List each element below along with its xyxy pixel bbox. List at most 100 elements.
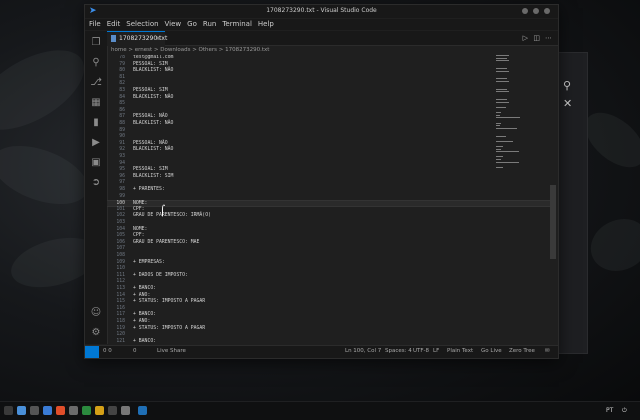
code-line[interactable]: 92 BLACKLIST: NÃO	[107, 147, 550, 154]
close-window-icon[interactable]	[544, 8, 550, 14]
maximize-icon[interactable]	[533, 8, 539, 14]
code-line[interactable]: 115 + STATUS: IMPOSTO A PAGAR	[107, 299, 550, 306]
go-live[interactable]: Go Live	[481, 348, 502, 354]
encoding[interactable]: UTF-8	[413, 348, 429, 354]
code-line[interactable]: 110	[107, 266, 550, 273]
vertical-scrollbar[interactable]	[550, 185, 556, 259]
code-line[interactable]: 86	[107, 108, 550, 115]
settings-gear-icon[interactable]: ⚙	[90, 327, 102, 339]
code-line[interactable]: 85	[107, 101, 550, 108]
breadcrumb[interactable]: home > ernest > Downloads > Others > 170…	[111, 47, 269, 53]
code-line[interactable]: 94	[107, 161, 550, 168]
code-line[interactable]: 113 + BANCO:	[107, 286, 550, 293]
app-icon[interactable]	[69, 406, 78, 415]
code-line[interactable]: 116	[107, 306, 550, 313]
menu-terminal[interactable]: Terminal	[222, 19, 252, 30]
code-line[interactable]: 104 NOME:	[107, 227, 550, 234]
code-line[interactable]: 96 BLACKLIST: SIM	[107, 174, 550, 181]
language-mode[interactable]: Plain Text	[447, 348, 473, 354]
code-line[interactable]: 102 GRAU DE PARENTESCO: IRMÃ(O)	[107, 213, 550, 220]
menu-view[interactable]: View	[165, 19, 182, 30]
code-line[interactable]: 80 BLACKLIST: NÃO	[107, 68, 550, 75]
menu-run[interactable]: Run	[203, 19, 216, 30]
minimize-icon[interactable]	[522, 8, 528, 14]
code-line[interactable]: 88 BLACKLIST: NÃO	[107, 121, 550, 128]
files-icon[interactable]	[17, 406, 26, 415]
code-line[interactable]: 103	[107, 220, 550, 227]
code-line[interactable]: 78 test@gmail.com	[107, 55, 550, 62]
code-line[interactable]: 79 PESSOAL: SIM	[107, 62, 550, 69]
vscode-taskbar-icon[interactable]	[138, 406, 147, 415]
language-indicator[interactable]: PT	[606, 407, 613, 414]
code-line[interactable]: 112	[107, 279, 550, 286]
minimap[interactable]	[496, 55, 536, 185]
code-line[interactable]: 89	[107, 128, 550, 135]
close-tab-icon[interactable]: ×	[155, 34, 161, 42]
zero-tree[interactable]: Zero Tree	[509, 348, 535, 354]
extensions-icon[interactable]: ▦	[90, 97, 102, 109]
app-menu-icon[interactable]	[4, 406, 13, 415]
power-icon[interactable]: ⏻	[622, 407, 627, 415]
code-line[interactable]: 97	[107, 180, 550, 187]
code-line[interactable]: 83 PESSOAL: SIM	[107, 88, 550, 95]
notifications-icon[interactable]: ✉	[545, 348, 550, 354]
code-line[interactable]: 95 PESSOAL: SIM	[107, 167, 550, 174]
menu-go[interactable]: Go	[187, 19, 197, 30]
search-icon[interactable]: ⚲	[90, 57, 102, 69]
app-icon[interactable]	[108, 406, 117, 415]
code-line[interactable]: 98 + PARENTES:	[107, 187, 550, 194]
code-line[interactable]: 121 + BANCO:	[107, 339, 550, 344]
cursor-position[interactable]: Ln 100, Col 7	[345, 348, 381, 354]
code-line[interactable]: 120	[107, 332, 550, 339]
problems-count[interactable]: 0 0	[103, 348, 112, 354]
search-icon[interactable]: ⚲	[563, 79, 571, 92]
more-actions-icon[interactable]: ⋯	[545, 34, 552, 42]
bookmarks-icon[interactable]: ▮	[90, 117, 102, 129]
code-line[interactable]: 118 + ANO:	[107, 319, 550, 326]
code-line[interactable]: 111 + DADOS DE IMPOSTO:	[107, 273, 550, 280]
code-line[interactable]: 87 PESSOAL: NÃO	[107, 114, 550, 121]
run-icon[interactable]: ▷	[523, 34, 528, 42]
code-line[interactable]: 105 CPF:	[107, 233, 550, 240]
terminal-icon[interactable]	[30, 406, 39, 415]
code-line[interactable]: 108	[107, 253, 550, 260]
live-share-icon[interactable]: ➲	[90, 177, 102, 189]
app-icon[interactable]	[56, 406, 65, 415]
browser-icon[interactable]	[43, 406, 52, 415]
code-line[interactable]: 119 + STATUS: IMPOSTO A PAGAR	[107, 326, 550, 333]
current-line[interactable]: 100 NOME:	[107, 200, 550, 207]
run-debug-icon[interactable]: ▶	[90, 137, 102, 149]
menu-edit[interactable]: Edit	[107, 19, 121, 30]
menu-selection[interactable]: Selection	[126, 19, 158, 30]
tab-file[interactable]: 1708273290.txt ×	[107, 31, 167, 46]
app-icon[interactable]	[95, 406, 104, 415]
code-line[interactable]: 106 GRAU DE PARENTESCO: MAE	[107, 240, 550, 247]
menu-file[interactable]: File	[89, 19, 101, 30]
remote-explorer-icon[interactable]: ▣	[90, 157, 102, 169]
code-line[interactable]: 99	[107, 194, 550, 201]
source-control-icon[interactable]: ⎇	[90, 77, 102, 89]
app-icon[interactable]	[121, 406, 130, 415]
explorer-icon[interactable]: ❐	[90, 37, 102, 49]
menu-help[interactable]: Help	[258, 19, 274, 30]
split-editor-icon[interactable]: ◫	[533, 34, 540, 42]
title-bar[interactable]: ➤ 1708273290.txt - Visual Studio Code	[85, 5, 558, 18]
app-icon[interactable]	[82, 406, 91, 415]
code-line[interactable]: 81	[107, 75, 550, 82]
close-icon[interactable]: ✕	[563, 97, 572, 110]
code-line[interactable]: 117 + BANCO:	[107, 312, 550, 319]
live-share-status[interactable]: Live Share	[157, 348, 186, 354]
code-line[interactable]: 82	[107, 81, 550, 88]
code-line[interactable]: 93	[107, 154, 550, 161]
warnings-count[interactable]: 0	[133, 348, 137, 354]
code-line[interactable]: 107	[107, 246, 550, 253]
end-of-line[interactable]: LF	[433, 348, 439, 354]
code-line[interactable]: 90	[107, 134, 550, 141]
indentation[interactable]: Spaces: 4	[385, 348, 412, 354]
remote-indicator-icon[interactable]	[85, 346, 99, 358]
account-icon[interactable]: ☺	[90, 307, 102, 319]
text-editor[interactable]: 78 test@gmail.com 79 PESSOAL: SIM 80 BLACKLIS…	[107, 55, 550, 344]
code-line[interactable]: 91 PESSOAL: NÃO	[107, 141, 550, 148]
code-line[interactable]: 84 BLACKLIST: NÃO	[107, 95, 550, 102]
code-line[interactable]: 109 + EMPRESAS:	[107, 260, 550, 267]
